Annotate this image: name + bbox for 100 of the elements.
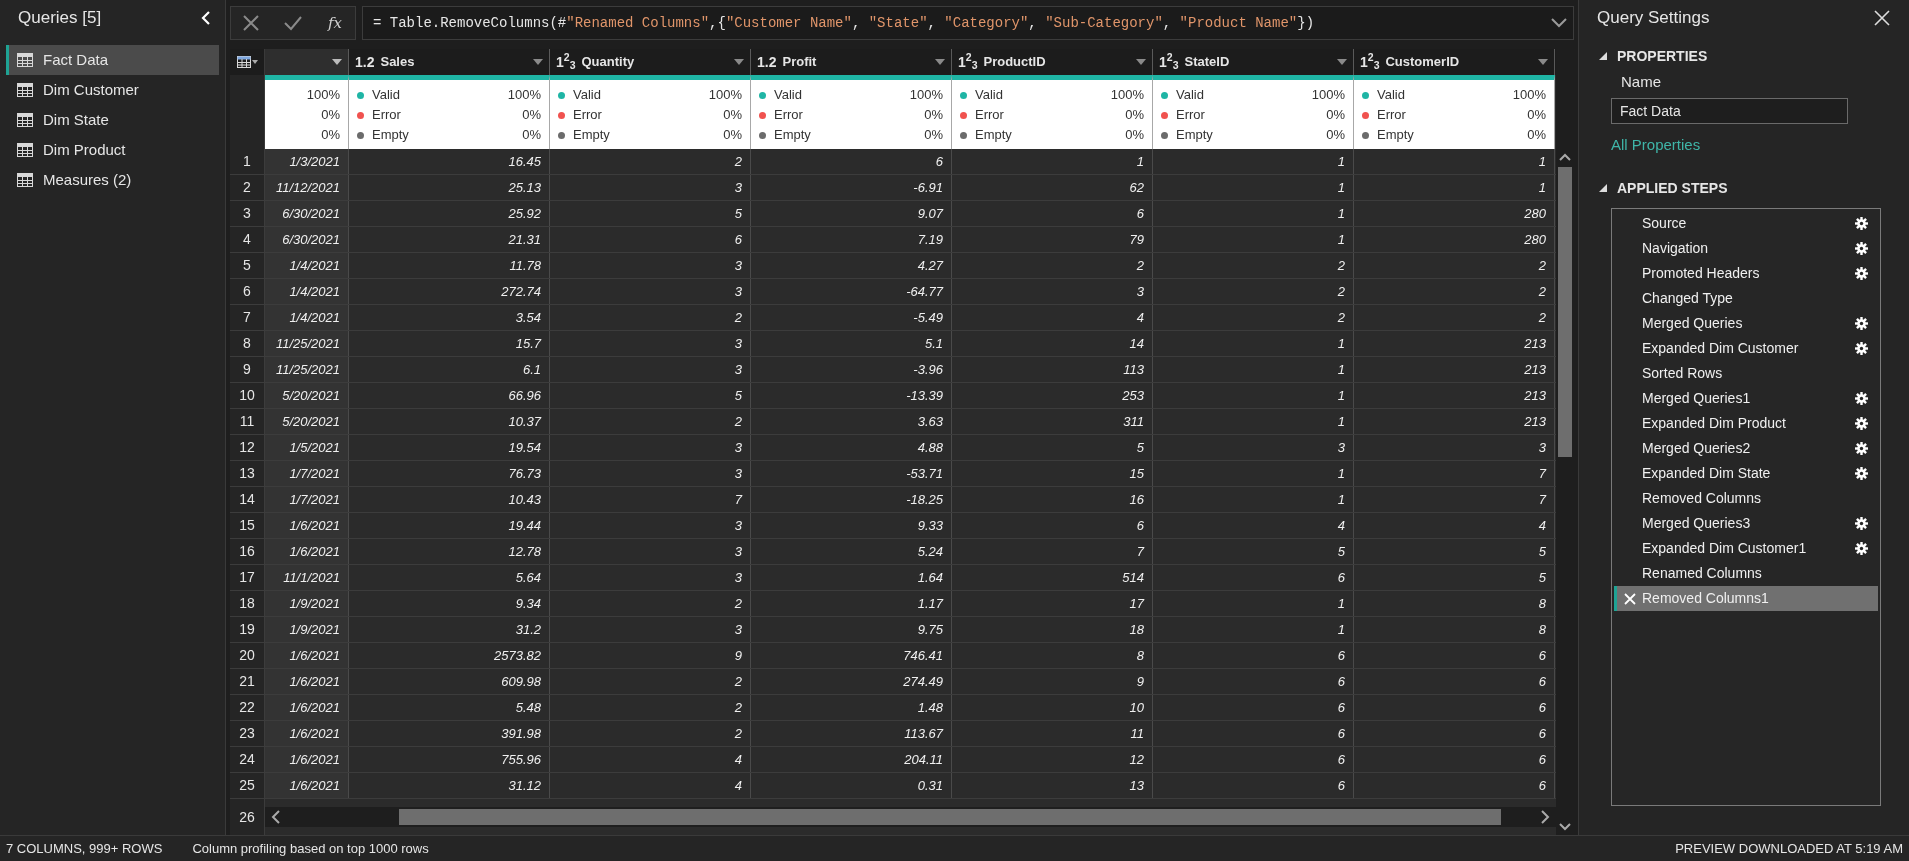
profile-label: Valid [1176,86,1204,105]
close-icon [1874,10,1890,26]
query-item[interactable]: Dim Customer [6,75,219,105]
table-cell: 1/6/2021 [265,721,349,746]
table-cell: 1/6/2021 [265,643,349,668]
table-cell: 1/6/2021 [265,539,349,564]
column-name: CustomerID [1385,53,1460,72]
step-item[interactable]: Sorted Rows [1614,361,1878,386]
table-cell: 1/6/2021 [265,513,349,538]
profile-label: Valid [774,86,802,105]
step-item[interactable]: Merged Queries1 [1614,386,1878,411]
query-item[interactable]: Dim Product [6,135,219,165]
table-cell: 8 [952,643,1153,668]
table-cell: 62 [952,175,1153,200]
table-cell: 1/6/2021 [265,747,349,772]
all-properties-link[interactable]: All Properties [1611,133,1701,156]
table-cell: 18 [952,617,1153,642]
table-cell: 3 [1354,435,1555,460]
name-field[interactable]: Fact Data [1611,97,1848,124]
step-item[interactable]: Merged Queries2 [1614,436,1878,461]
step-item[interactable]: Expanded Dim Customer [1614,336,1878,361]
field-label: Name [1621,72,1661,92]
table-cell: 1/4/2021 [265,253,349,278]
step-item[interactable]: Promoted Headers [1614,261,1878,286]
query-item[interactable]: Dim State [6,105,219,135]
step-item[interactable]: Removed Columns1 [1614,586,1878,611]
query-item[interactable]: Measures (2) [6,165,219,195]
table-cell: 5.1 [751,331,952,356]
caret-icon [332,59,342,65]
table-cell: 1 [1153,201,1354,226]
profile-value: 0% [1326,106,1345,125]
table-cell: 280 [1354,227,1555,252]
step-item[interactable]: Source [1614,211,1878,236]
table-cell: 746.41 [751,643,952,668]
table-cell: 1/4/2021 [265,279,349,304]
row-number: 8 [230,331,265,356]
table-cell: 1/7/2021 [265,461,349,486]
table-cell: 1 [1153,617,1354,642]
table-cell: 4.27 [751,253,952,278]
insert-function-button[interactable]: fx [321,9,349,37]
table-cell: 755.96 [349,747,550,772]
row-number: 9 [230,357,265,382]
table-cell: 2 [1153,305,1354,330]
profile-value: 0% [522,106,541,125]
chevron-down-icon [1551,18,1567,28]
table-cell: 609.98 [349,669,550,694]
profile-value: 100% [306,86,340,105]
table-cell: 6 [1153,721,1354,746]
table-cell: 6 [952,201,1153,226]
table-cell: 3 [550,539,751,564]
table-cell: 5.48 [349,695,550,720]
step-item[interactable]: Merged Queries [1614,311,1878,336]
step-item[interactable]: Changed Type [1614,286,1878,311]
table-cell: 6 [751,149,952,174]
row-number: 10 [230,383,265,408]
profile-value: 0% [1527,106,1546,125]
table-cell: 1/9/2021 [265,591,349,616]
profile-label: Error [1176,106,1205,125]
row-number: 23 [230,721,265,746]
table-cell: 2 [1153,279,1354,304]
status-text: 7 COLUMNS, 999+ ROWS [6,839,163,858]
table-cell: 6 [1153,669,1354,694]
query-item[interactable]: Fact Data [6,45,219,75]
table-cell: 17 [952,591,1153,616]
table-cell: 3 [550,253,751,278]
step-item[interactable]: Expanded Dim State [1614,461,1878,486]
horizontal-scrollbar[interactable] [265,807,1556,827]
chevron-left-icon [271,810,281,824]
table-cell: 2 [1354,279,1555,304]
formula-field[interactable]: = Table.RemoveColumns(#"Renamed Columns",{"Customer Name", "State", "Category", "Sub-Category", "Product Name"}) [362,6,1574,40]
step-item[interactable]: Navigation [1614,236,1878,261]
scrollbar-thumb[interactable] [1558,167,1572,457]
table-cell: 1 [952,149,1153,174]
profile-value: 100% [1311,86,1345,105]
step-item[interactable]: Expanded Dim Product [1614,411,1878,436]
table-cell: 5 [1354,565,1555,590]
step-item[interactable]: Merged Queries3 [1614,511,1878,536]
table-cell: 25.92 [349,201,550,226]
table-cell: 6/30/2021 [265,227,349,252]
table-cell: -3.96 [751,357,952,382]
table-cell: 6 [1153,565,1354,590]
table-cell: 6 [1354,669,1555,694]
table-cell: 12 [952,747,1153,772]
table-cell: 6 [1354,747,1555,772]
table-cell: 2 [550,409,751,434]
table-cell: 13 [952,773,1153,798]
profile-label: Empty [573,126,610,145]
table-cell: 514 [952,565,1153,590]
caret-icon [1337,59,1347,65]
step-item[interactable]: Removed Columns [1614,486,1878,511]
chevron-right-icon [1540,810,1550,824]
step-item[interactable]: Expanded Dim Customer1 [1614,536,1878,561]
profile-value: 100% [1512,86,1546,105]
close-button[interactable] [1873,9,1891,27]
table-cell: 1 [1153,487,1354,512]
row-number: 7 [230,305,265,330]
step-item[interactable]: Renamed Columns [1614,561,1878,586]
table-cell: 5.64 [349,565,550,590]
scrollbar-thumb[interactable] [399,809,1501,825]
table-cell: 3 [550,565,751,590]
